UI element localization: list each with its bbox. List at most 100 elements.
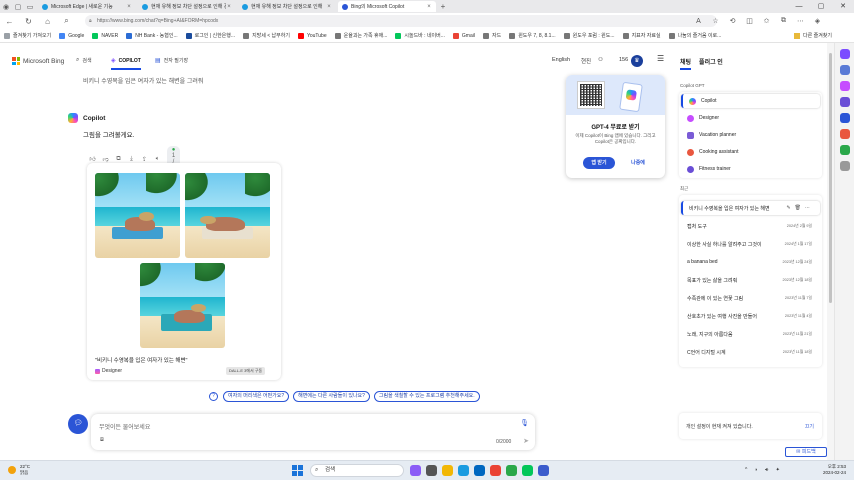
office-sidebar-icon[interactable]	[839, 129, 850, 139]
edge-taskbar-icon[interactable]	[458, 465, 469, 476]
feedback-button[interactable]: ✉ 피드백	[785, 447, 827, 457]
edit-delete-more-icons[interactable]: ✎🗑︎⋯	[786, 205, 814, 211]
tab-1[interactable]: 현재 유해 정보 차단 설정으로 인해 경 ×	[138, 1, 236, 12]
microsoft-bing-logo[interactable]: Microsoft Bing	[12, 57, 64, 65]
recent-item[interactable]: 산호초가 있는 여행 사진을 만들어 2023년 11월 4일	[681, 309, 820, 323]
copilot-sidebar-icon[interactable]: ◈	[809, 17, 826, 25]
tab-3[interactable]: Bing의 Microsoft Copilot ×	[338, 1, 436, 12]
fav-item[interactable]: 지방세 < 납부하기	[243, 32, 290, 39]
recent-item[interactable]: C언어 디지털 시계 2023년 11월 18일	[681, 345, 820, 359]
fav-item[interactable]: 로그인 | 신한은행...	[185, 32, 235, 39]
split-screen-icon[interactable]: ◫	[741, 17, 758, 25]
fav-item[interactable]: 즐겨찾기 가져오기	[4, 32, 51, 39]
close-icon[interactable]: ×	[426, 4, 432, 10]
user-avatar-icon[interactable]: ⚇	[598, 57, 603, 63]
generated-image[interactable]	[95, 173, 180, 258]
store-icon[interactable]	[474, 465, 485, 476]
fav-item[interactable]: NAVER	[92, 32, 118, 39]
fav-item[interactable]: 운율괴는 가족 휴애...	[334, 32, 387, 39]
tab-chat[interactable]: 채팅	[680, 57, 692, 70]
user-name[interactable]: 현진	[581, 57, 591, 65]
chrome-icon[interactable]	[490, 465, 501, 476]
later-button[interactable]: 나중에	[622, 157, 654, 169]
fav-item[interactable]: 윈도우 포럼 : 윈도...	[563, 32, 615, 39]
gpt-item-fitness-trainer[interactable]: Fitness trainer	[681, 162, 820, 176]
weather-widget[interactable]: 22°C 맑음	[8, 464, 30, 476]
tab-2[interactable]: 현재 유해 정보 차단 설정으로 인해 ×	[238, 1, 336, 12]
profile-icon[interactable]: ◉	[0, 0, 12, 13]
fav-item[interactable]: Google	[59, 32, 84, 39]
suggestion-chip[interactable]: 해변에는 다른 사람들이 있나요?	[293, 391, 370, 402]
more-tools-icon[interactable]: ⋯	[792, 17, 809, 25]
language-switch[interactable]: English	[552, 57, 570, 63]
other-favorites[interactable]: 다른 즐겨찾기	[794, 32, 832, 39]
tab-plugins[interactable]: 플러그 인	[699, 57, 723, 66]
tab-actions-icon[interactable]: ▭	[24, 0, 36, 13]
add-sidebar-icon[interactable]	[839, 161, 850, 171]
recent-item[interactable]: 노래, 지구의 아름다움 2023년 11월 21일	[681, 327, 820, 341]
system-tray[interactable]: ^ ◗ 🔊︎ ✦	[745, 467, 783, 473]
designer-link[interactable]: Designer	[95, 368, 122, 374]
new-tab-button[interactable]: +	[438, 2, 448, 11]
minimize-icon[interactable]: —	[788, 0, 810, 13]
send-icon[interactable]: ➤	[523, 437, 529, 445]
search-icon[interactable]: ⌕	[57, 16, 76, 26]
fav-item[interactable]: 나눔의 즐거움 이로...	[668, 32, 721, 39]
microphone-icon[interactable]: 🎙︎	[520, 419, 529, 427]
recent-item[interactable]: a banana bed 2023년 12월 24일	[681, 255, 820, 269]
tab-0[interactable]: Microsoft Edge | 새로운 기능 ×	[38, 1, 136, 12]
recent-item[interactable]: 비키니 수영복을 입은 여자가 있는 해변 ✎🗑︎⋯	[681, 201, 820, 215]
close-icon[interactable]: ×	[326, 4, 332, 10]
image-upload-icon[interactable]: ⧇	[100, 437, 104, 444]
fav-item[interactable]: 자드	[482, 32, 501, 39]
copy-icon[interactable]: ⧉	[112, 156, 125, 163]
menu-icon[interactable]: ☰	[657, 54, 664, 63]
gpt-item-cooking-assistant[interactable]: Cooking assistant	[681, 145, 820, 159]
gpt-item-copilot[interactable]: Copilot	[681, 94, 820, 108]
nav-search[interactable]: ⌕ 검색	[76, 57, 92, 64]
close-icon[interactable]: ×	[226, 4, 232, 10]
copilot-sidebar-icon[interactable]	[839, 49, 850, 59]
task-view-icon[interactable]	[426, 465, 437, 476]
page-scrollbar[interactable]	[827, 43, 834, 460]
fav-item[interactable]: 지표자 자료실	[622, 32, 661, 39]
favorites-icon[interactable]: ✩	[758, 17, 775, 25]
generated-image[interactable]	[140, 263, 225, 348]
scrollbar-thumb[interactable]	[829, 53, 832, 303]
search-sidebar-icon[interactable]	[839, 65, 850, 75]
rewards-points[interactable]: 156	[619, 57, 628, 63]
get-app-button[interactable]: 앱 받기	[583, 157, 615, 169]
gpt-item-vacation-planner[interactable]: Vacation planner	[681, 128, 820, 142]
generated-image[interactable]	[185, 173, 270, 258]
url-input[interactable]: 🔒︎ https://www.bing.com/chat?q=Bing+AI&F…	[85, 15, 717, 27]
download-icon[interactable]: ⤓	[125, 156, 138, 163]
back-icon[interactable]: ←	[0, 17, 19, 26]
favorite-star-icon[interactable]: ☆	[707, 17, 724, 25]
app-icon[interactable]	[538, 465, 549, 476]
games-sidebar-icon[interactable]	[839, 97, 850, 107]
maximize-icon[interactable]: ▢	[810, 0, 832, 13]
taskbar-search[interactable]: ⌕ 검색	[310, 464, 404, 477]
close-window-icon[interactable]: ✕	[832, 0, 854, 13]
app-icon[interactable]	[506, 465, 517, 476]
outlook-sidebar-icon[interactable]	[839, 113, 850, 123]
naver-icon[interactable]	[522, 465, 533, 476]
refresh-page-icon[interactable]: ⟲	[724, 17, 741, 25]
fav-item[interactable]: NH Bank - 농협인...	[126, 32, 178, 39]
thumbs-down-icon[interactable]: 👎︎	[99, 155, 112, 163]
home-icon[interactable]: ⌂	[38, 17, 57, 26]
tools-sidebar-icon[interactable]	[839, 81, 850, 91]
fav-item[interactable]: 윈도우 7, 8, 8.1...	[509, 32, 556, 39]
share-icon[interactable]: ⇪	[138, 156, 151, 163]
drop-sidebar-icon[interactable]	[839, 145, 850, 155]
recent-item[interactable]: 목표가 있는 삶을 그려줘 2023년 12월 18일	[681, 273, 820, 287]
workspaces-icon[interactable]: ▢	[12, 0, 24, 13]
file-explorer-icon[interactable]	[442, 465, 453, 476]
recent-item[interactable]: 이상한 사실 하나를 알려주고 그것이 2024년 1월 17일	[681, 237, 820, 251]
nav-copilot[interactable]: ◈ COPILOT	[111, 57, 141, 70]
fav-item[interactable]: YouTube	[297, 32, 327, 39]
fav-item[interactable]: Gmail	[452, 32, 475, 39]
fav-item[interactable]: 시놀드바 : 네이버...	[395, 32, 445, 39]
recent-item[interactable]: 수족관에 이 있는 연꽃 그림 2023년 11월 7일	[681, 291, 820, 305]
refresh-icon[interactable]: ↻	[19, 17, 38, 26]
